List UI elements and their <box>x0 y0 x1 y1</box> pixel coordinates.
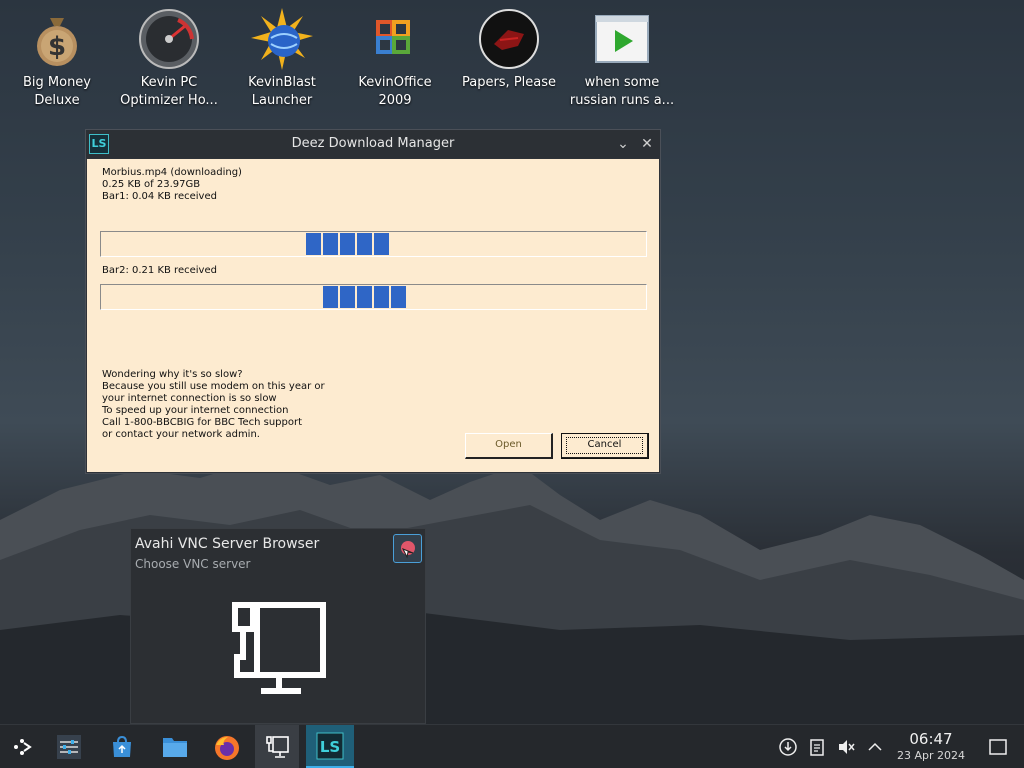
vnc-monitor-icon <box>229 601 329 701</box>
clock-time[interactable]: 06:47 <box>892 730 970 748</box>
taskbar-ls-app[interactable]: LS <box>306 725 354 768</box>
progress-block <box>306 233 321 255</box>
taskbar-firefox[interactable] <box>204 725 248 768</box>
papers-please-icon <box>478 8 540 70</box>
volume-muted-icon[interactable] <box>836 737 856 757</box>
speedometer-icon <box>138 8 200 70</box>
desktop-icon-kevin-pc-optimizer[interactable]: Kevin PC Optimizer Ho... <box>114 8 224 110</box>
firefox-icon <box>215 736 239 760</box>
office-logo-icon <box>364 8 426 70</box>
desktop-icon-label: Papers, Please <box>461 75 557 90</box>
message-line: Because you still use modem on this year… <box>102 381 325 392</box>
file-name-text: Morbius.mp4 (downloading) <box>102 167 242 178</box>
video-play-icon <box>591 8 653 70</box>
window-content: Morbius.mp4 (downloading) 0.25 KB of 23.… <box>87 159 659 472</box>
message-line: your internet connection is so slow <box>102 393 277 404</box>
desktop-icon-video[interactable]: when some russian runs a... <box>567 8 677 110</box>
system-settings-icon <box>57 735 81 759</box>
close-icon[interactable]: ✕ <box>637 134 657 154</box>
desktop-icon-label: KevinBlast Launcher <box>248 75 316 108</box>
taskbar-system-settings[interactable] <box>47 725 91 768</box>
preview-subtitle: Choose VNC server <box>135 557 251 571</box>
message-line: To speed up your internet connection <box>102 405 289 416</box>
progress-block <box>340 233 355 255</box>
cancel-button[interactable]: Cancel <box>561 433 649 459</box>
ls-app-icon: LS <box>316 732 344 760</box>
desktop-icon-label: Big Money Deluxe <box>22 75 91 108</box>
bar2-label: Bar2: 0.21 KB received <box>102 265 217 276</box>
progress-block <box>374 286 389 308</box>
taskbar-file-manager[interactable] <box>152 725 196 768</box>
clipboard-icon[interactable] <box>807 737 827 757</box>
store-icon <box>113 735 131 757</box>
desktop-icon-label: KevinOffice 2009 <box>358 75 432 108</box>
desktop-icon-papers-please[interactable]: Papers, Please <box>454 8 564 92</box>
progress-block <box>357 233 372 255</box>
file-manager-icon <box>163 738 187 757</box>
bar1-label: Bar1: 0.04 KB received <box>102 191 217 202</box>
progress-bar-1 <box>100 231 647 257</box>
preview-title: Avahi VNC Server Browser <box>135 536 320 552</box>
desktop-icon-label: Kevin PC Optimizer Ho... <box>120 75 218 108</box>
clock-date[interactable]: 23 Apr 2024 <box>892 749 970 762</box>
progress-block <box>357 286 372 308</box>
show-desktop-icon[interactable] <box>988 737 1008 757</box>
close-window-icon[interactable] <box>393 534 422 563</box>
vnc-browser-icon <box>266 736 289 758</box>
desktop-icon-kevinoffice-2009[interactable]: KevinOffice 2009 <box>340 8 450 110</box>
sun-globe-icon <box>251 8 313 70</box>
desktop-icon-label: when some russian runs a... <box>569 75 675 108</box>
minimize-chevron-icon[interactable]: ⌄ <box>613 134 633 154</box>
progress-block <box>374 233 389 255</box>
taskbar-store[interactable] <box>100 725 144 768</box>
window-title: Deez Download Manager <box>291 136 455 151</box>
window-titlebar[interactable]: LS Deez Download Manager ⌄ ✕ <box>86 130 660 158</box>
file-size-text: 0.25 KB of 23.97GB <box>102 179 201 190</box>
progress-block <box>323 286 338 308</box>
message-line: Wondering why it's so slow? <box>102 369 243 380</box>
progress-block <box>340 286 355 308</box>
app-launcher-icon <box>14 739 32 755</box>
app-launcher-button[interactable] <box>0 725 44 768</box>
svg-text:$: $ <box>48 32 66 62</box>
focus-ring <box>566 437 643 454</box>
message-line: Call 1-800-BBCBIG for BBC Tech support <box>102 417 303 428</box>
task-preview-tooltip[interactable]: Avahi VNC Server Browser Choose VNC serv… <box>130 528 426 724</box>
desktop-icon-big-money-deluxe[interactable]: $ Big Money Deluxe <box>2 8 112 110</box>
open-button[interactable]: Open <box>465 433 553 459</box>
progress-block <box>323 233 338 255</box>
taskbar: LS 06:47 23 Apr 2024 <box>0 724 1024 768</box>
taskbar-vnc-browser[interactable] <box>255 725 299 768</box>
download-manager-window[interactable]: LS Deez Download Manager ⌄ ✕ Morbius.mp4… <box>85 129 661 474</box>
svg-text:LS: LS <box>320 738 340 756</box>
tray-expand-icon[interactable] <box>865 737 885 757</box>
progress-block <box>391 286 406 308</box>
money-bag-icon: $ <box>26 8 88 70</box>
ls-app-icon[interactable]: LS <box>89 134 109 154</box>
network-icon[interactable] <box>778 737 798 757</box>
progress-bar-2 <box>100 284 647 310</box>
desktop-icon-kevinblast-launcher[interactable]: KevinBlast Launcher <box>227 8 337 110</box>
message-line: or contact your network admin. <box>102 429 260 440</box>
